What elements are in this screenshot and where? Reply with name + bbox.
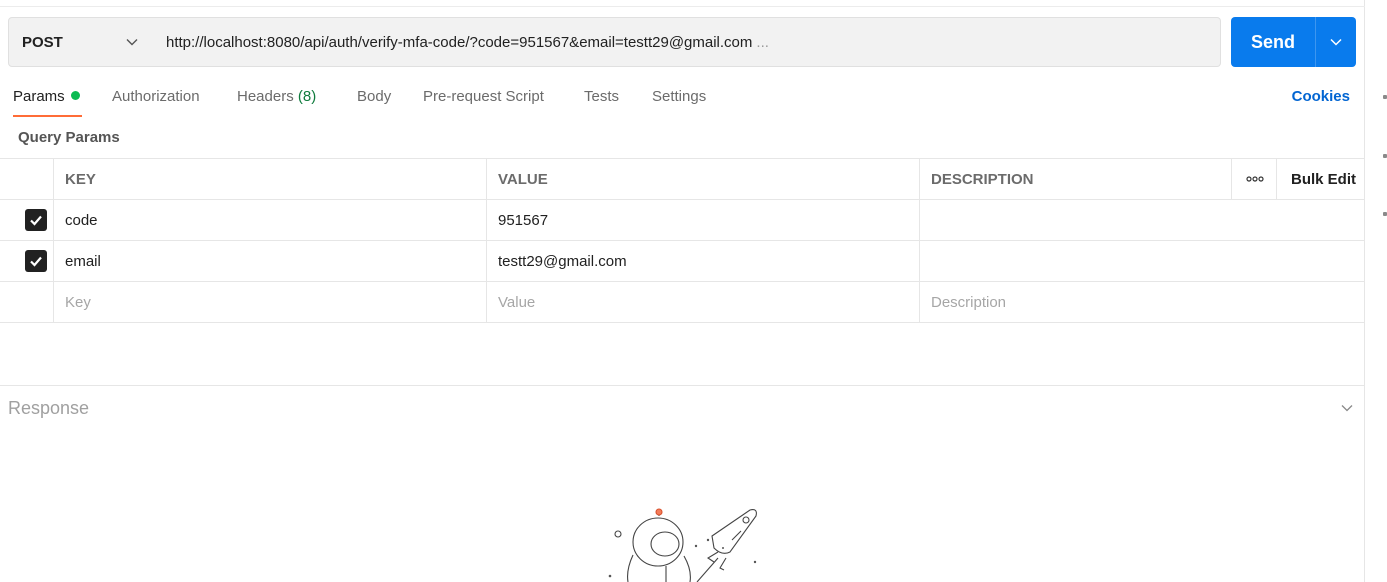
tab-authorization-label: Authorization <box>112 88 200 105</box>
table-row: code 951567 <box>0 200 1365 241</box>
tab-settings-label: Settings <box>652 88 707 105</box>
tab-authorization[interactable]: Authorization <box>112 88 200 105</box>
top-strip <box>0 0 1365 7</box>
header-key: KEY <box>53 159 487 199</box>
url-overflow-ellipsis: ... <box>756 33 769 51</box>
new-key-input[interactable]: Key <box>53 282 487 322</box>
row-check-cell <box>0 241 54 281</box>
request-panel: POST http://localhost:8080/api/auth/veri… <box>0 0 1365 582</box>
tab-pre-request-script-label: Pre-request Script <box>423 88 544 105</box>
new-value-input[interactable]: Value <box>486 282 920 322</box>
response-header[interactable]: Response <box>0 385 1365 429</box>
astronaut-illustration <box>608 508 757 582</box>
param-description-cell[interactable] <box>919 200 1365 240</box>
tab-headers[interactable]: Headers (8) <box>237 88 316 105</box>
param-description-cell[interactable] <box>919 241 1365 281</box>
param-key-cell[interactable]: email <box>53 241 487 281</box>
row-check-cell <box>0 200 54 240</box>
postman-request-app: POST http://localhost:8080/api/auth/veri… <box>0 0 1387 582</box>
send-label: Send <box>1250 31 1295 52</box>
active-tab-indicator <box>13 115 82 117</box>
bulk-edit-button[interactable]: Bulk Edit <box>1276 159 1365 199</box>
table-row-new: Key Value Description <box>0 282 1365 323</box>
method-label: POST <box>22 33 63 51</box>
param-key-cell[interactable]: code <box>53 200 487 240</box>
headers-count: (8) <box>297 88 317 105</box>
tab-body[interactable]: Body <box>357 88 391 105</box>
send-options-button[interactable] <box>1316 17 1356 67</box>
tab-pre-request-script[interactable]: Pre-request Script <box>423 88 544 105</box>
checkbox-icon[interactable] <box>25 250 47 272</box>
chevron-down-icon <box>1330 38 1342 46</box>
url-text: http://localhost:8080/api/auth/verify-mf… <box>166 33 753 51</box>
param-value-cell[interactable]: testt29@gmail.com <box>486 241 920 281</box>
tab-tests-label: Tests <box>584 88 620 105</box>
cookies-link[interactable]: Cookies <box>1292 88 1350 105</box>
table-row: email testt29@gmail.com <box>0 241 1365 282</box>
header-check-cell <box>0 159 54 199</box>
response-title: Response <box>8 398 90 418</box>
chevron-down-icon <box>126 39 138 46</box>
new-description-input[interactable]: Description <box>919 282 1365 322</box>
table-header-row: KEY VALUE DESCRIPTION Bulk Edit <box>0 158 1365 200</box>
tab-params-label: Params <box>13 88 65 105</box>
send-button[interactable]: Send <box>1231 17 1356 67</box>
chevron-down-icon[interactable] <box>1341 402 1353 414</box>
tab-settings[interactable]: Settings <box>652 88 706 105</box>
more-options-button[interactable] <box>1231 159 1277 199</box>
side-dot <box>1383 95 1387 99</box>
query-params-table: KEY VALUE DESCRIPTION Bulk Edit code 951… <box>0 158 1365 323</box>
url-input[interactable]: http://localhost:8080/api/auth/verify-mf… <box>152 17 1221 67</box>
header-value: VALUE <box>486 159 920 199</box>
params-active-dot <box>70 91 80 100</box>
side-dot <box>1383 212 1387 216</box>
tab-tests[interactable]: Tests <box>584 88 619 105</box>
checkbox-icon[interactable] <box>25 209 47 231</box>
request-tabs: Params Authorization Headers (8) Body Pr… <box>0 84 1365 118</box>
row-check-cell <box>0 282 54 322</box>
side-dot <box>1383 154 1387 158</box>
header-description: DESCRIPTION <box>919 159 1232 199</box>
more-icon <box>1245 176 1264 182</box>
method-select[interactable]: POST <box>8 17 153 67</box>
query-params-title: Query Params <box>18 129 120 146</box>
tab-headers-label: Headers <box>237 88 294 105</box>
param-value-cell[interactable]: 951567 <box>486 200 920 240</box>
tab-body-label: Body <box>357 88 392 105</box>
tab-params[interactable]: Params <box>13 88 80 105</box>
